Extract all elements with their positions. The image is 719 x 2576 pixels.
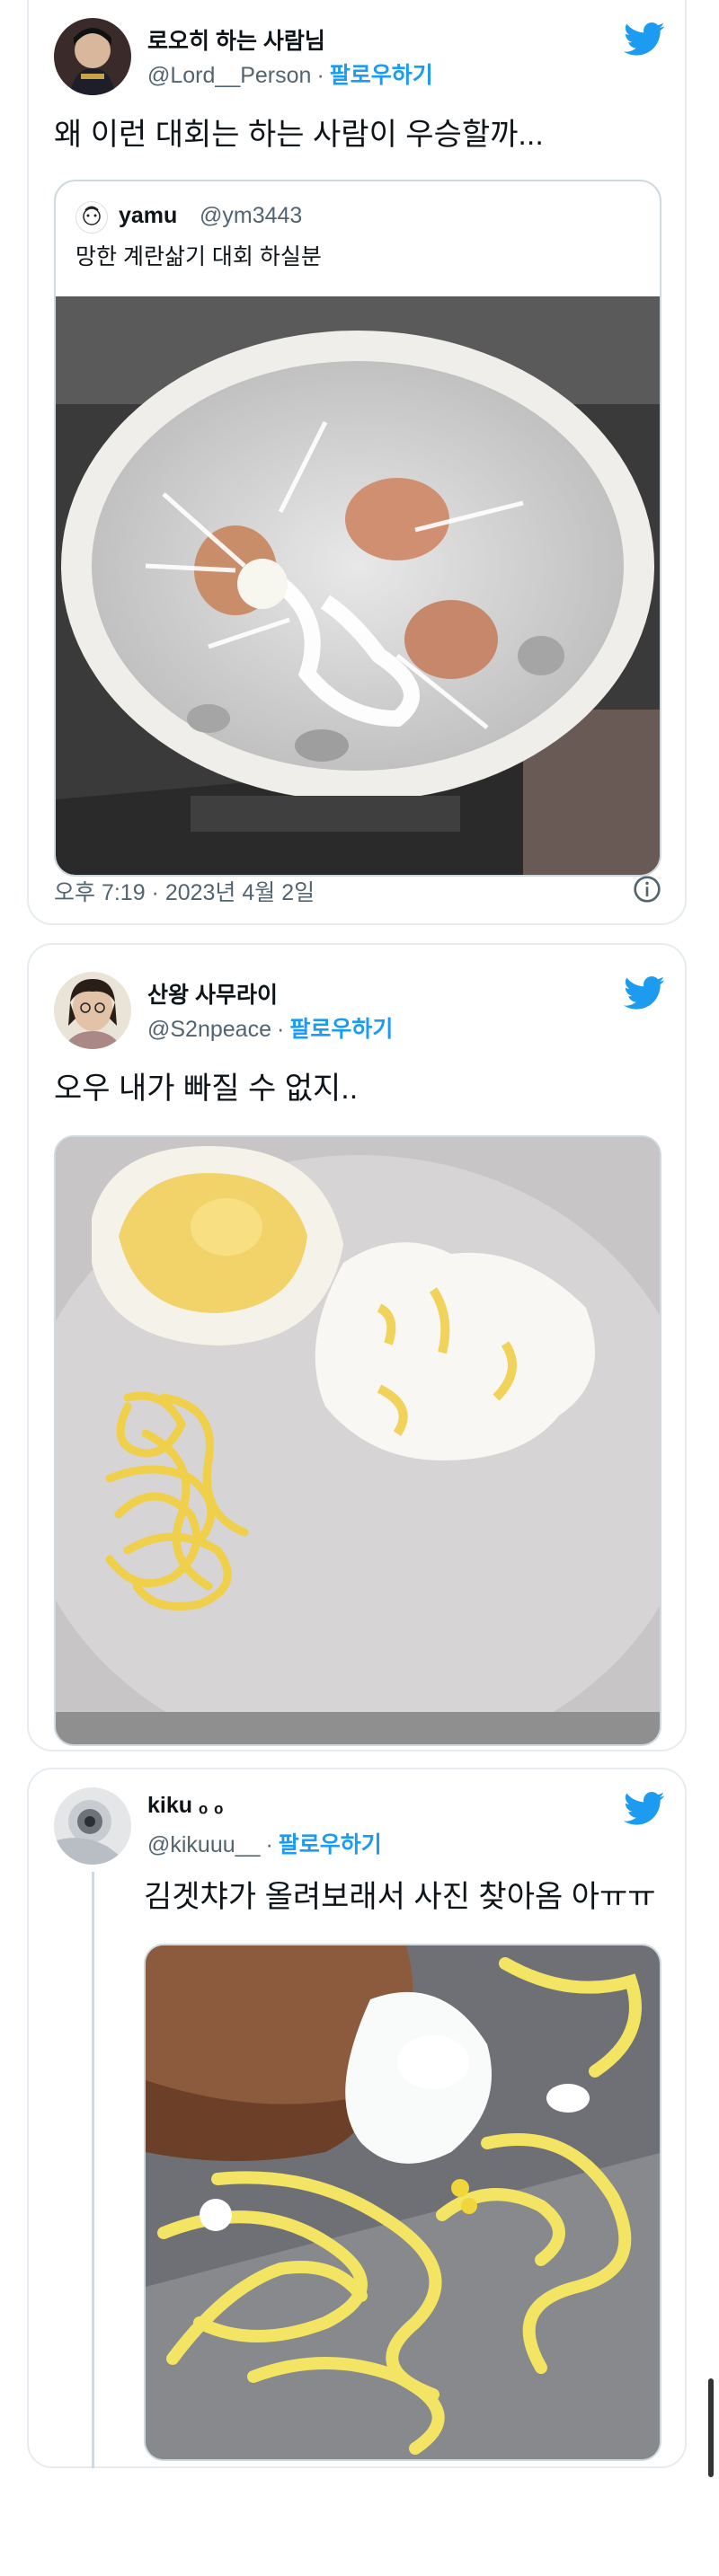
tweet-card-3[interactable]: kiku ₒ ₒ @kikuuu__ · 팔로우하기 김겟챠가 올려보래서 사진 찾…: [27, 1768, 687, 2468]
follow-button[interactable]: 팔로우하기: [279, 1832, 382, 1857]
egg-pot-photo[interactable]: [56, 296, 660, 875]
quote-text: 망한 계란삶기 대회 하실분: [75, 244, 322, 269]
tweet-header: 산왕 사무라이 @S2npeace · 팔로우하기: [54, 972, 665, 1053]
quote-user-handle: @ym3443: [200, 203, 303, 228]
tweet-text: 왜 이런 대회는 하는 사람이 우승할까...: [54, 118, 544, 152]
separator-dot: ·: [265, 1832, 273, 1857]
tweet-card-2[interactable]: 산왕 사무라이 @S2npeace · 팔로우하기 오우 내가 빠질 수 없지..: [27, 943, 687, 1751]
separator-dot: ·: [276, 1017, 285, 1042]
quote-avatar: [75, 201, 108, 234]
handle-line: @S2npeace · 팔로우하기: [147, 1011, 393, 1044]
quote-user-name: yamu: [119, 203, 178, 228]
egg-plate-photo[interactable]: [54, 1135, 661, 1746]
thread-line: [92, 1872, 94, 2468]
user-handle[interactable]: @Lord__Person: [147, 63, 311, 88]
quoted-tweet[interactable]: yamu @ym3443 망한 계란삶기 대회 하실분: [54, 180, 661, 877]
twitter-bird-icon[interactable]: [624, 975, 665, 1011]
avatar[interactable]: [54, 972, 131, 1049]
tweet-timestamp[interactable]: 오후 7:19 · 2023년 4월 2일: [54, 875, 315, 907]
twitter-bird-icon[interactable]: [624, 1791, 665, 1827]
tweet-header: 로오히 하는 사람님 @Lord__Person · 팔로우하기: [54, 18, 665, 99]
egg-noodle-photo[interactable]: [144, 1944, 661, 2461]
info-icon[interactable]: [633, 875, 661, 904]
tweet-text: 김겟챠가 올려보래서 사진 찾아옴 아ㅠㅠ: [144, 1880, 656, 1914]
tweet-text: 오우 내가 빠질 수 없지..: [54, 1072, 359, 1106]
user-name[interactable]: 로오히 하는 사람님: [147, 23, 325, 56]
avatar[interactable]: [54, 18, 131, 95]
user-handle[interactable]: @S2npeace: [147, 1017, 271, 1042]
handle-line: @kikuuu__ · 팔로우하기: [147, 1827, 382, 1859]
twitter-bird-icon[interactable]: [624, 22, 665, 57]
user-name[interactable]: kiku ₒ ₒ: [147, 1793, 223, 1819]
tweet-header: kiku ₒ ₒ @kikuuu__ · 팔로우하기: [54, 1787, 665, 1868]
user-handle[interactable]: @kikuuu__: [147, 1832, 260, 1857]
user-name[interactable]: 산왕 사무라이: [147, 977, 278, 1010]
follow-button[interactable]: 팔로우하기: [330, 63, 433, 88]
scrollbar[interactable]: [708, 2378, 714, 2477]
separator-dot: ·: [316, 63, 324, 88]
handle-line: @Lord__Person · 팔로우하기: [147, 57, 433, 90]
avatar[interactable]: [54, 1787, 131, 1865]
tweet-card-1[interactable]: 로오히 하는 사람님 @Lord__Person · 팔로우하기 왜 이런 대회는 …: [27, 0, 687, 925]
follow-button[interactable]: 팔로우하기: [289, 1017, 393, 1042]
